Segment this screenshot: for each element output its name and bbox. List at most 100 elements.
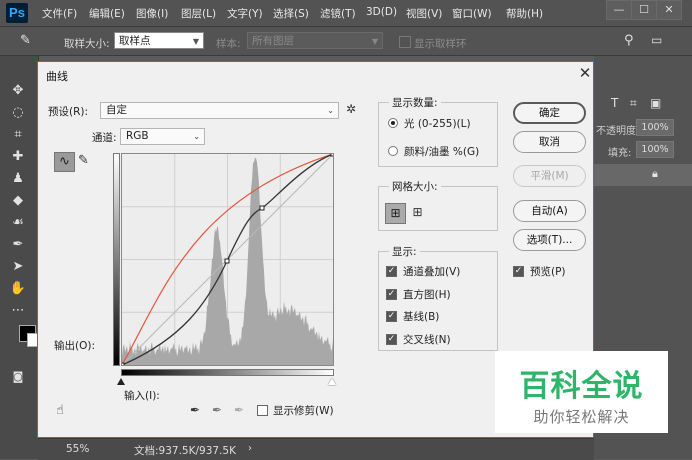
ok-button[interactable]: 确定: [513, 102, 586, 124]
preset-label: 预设(R):: [48, 106, 89, 118]
sample-size-select[interactable]: 取样点 ▼: [114, 32, 204, 49]
black-eyedropper-icon[interactable]: ✒: [190, 403, 200, 417]
preview-checkbox[interactable]: ✓: [513, 266, 524, 277]
gray-eyedropper-icon[interactable]: ✒: [212, 403, 222, 417]
smart-object-filter-icon[interactable]: ▣: [650, 96, 661, 110]
status-bar: 55% 文档:937.5K/937.5K ›: [38, 438, 594, 460]
path-select-icon[interactable]: ➤: [8, 258, 28, 276]
options-bar: ✎ 取样大小: 取样点 ▼ 样本: 所有图层 ▼ 显示取样环 ⚲ ▭: [0, 27, 692, 56]
simple-grid-icon[interactable]: ⊞: [385, 203, 406, 224]
sample-label: 样本:: [216, 38, 241, 50]
black-point-slider[interactable]: [117, 378, 125, 385]
white-point-slider[interactable]: [328, 378, 336, 385]
curve-graph[interactable]: [119, 151, 336, 368]
grid-size-title: 网格大小:: [389, 179, 441, 194]
channel-overlay-checkbox[interactable]: ✓: [386, 266, 397, 277]
sample-size-value: 取样点: [119, 35, 151, 47]
show-clipping-checkbox[interactable]: [257, 405, 268, 416]
menu-bar: Ps 文件(F) 编辑(E) 图像(I) 图层(L) 文字(Y) 选择(S) 滤…: [0, 0, 692, 27]
stamp-tool-icon[interactable]: ♟: [8, 170, 28, 188]
curve-graph-svg: [119, 151, 336, 368]
sample-value: 所有图层: [252, 35, 294, 47]
output-label: 输出(O):: [54, 340, 95, 352]
intersection-line-label: 交叉线(N): [403, 334, 451, 346]
healing-brush-icon[interactable]: ✚: [8, 148, 28, 166]
blur-tool-icon[interactable]: ☙: [8, 214, 28, 232]
chevron-down-icon: ▼: [192, 37, 199, 46]
pigment-radio-label[interactable]: 颜料/油墨 %(G): [404, 144, 479, 159]
output-gradient-bar: [113, 153, 120, 366]
auto-button[interactable]: 自动(A): [513, 200, 586, 222]
show-ring-label: 显示取样环: [414, 38, 467, 50]
menu-file[interactable]: 文件(F): [42, 6, 77, 21]
layer-row[interactable]: [594, 164, 692, 186]
close-window-button[interactable]: ✕: [656, 0, 682, 20]
show-clipping-label: 显示修剪(W): [273, 405, 334, 417]
eraser-tool-icon[interactable]: ◆: [8, 192, 28, 210]
menu-edit[interactable]: 编辑(E): [89, 6, 125, 21]
eyedropper-icon[interactable]: ✎: [20, 33, 31, 48]
dialog-title: 曲线: [46, 70, 68, 83]
detailed-grid-icon[interactable]: ⊞: [408, 203, 427, 222]
curve-point: [330, 151, 336, 157]
input-gradient-bar: [121, 369, 334, 376]
cancel-button[interactable]: 取消: [513, 131, 586, 153]
sample-select[interactable]: 所有图层 ▼: [247, 32, 383, 49]
close-icon[interactable]: ✕: [576, 64, 594, 82]
minimize-button[interactable]: —: [606, 0, 632, 20]
fill-label: 填充:: [608, 148, 632, 159]
display-amount-title: 显示数量:: [389, 95, 441, 110]
baseline-label: 基线(B): [403, 311, 440, 323]
target-adjust-icon[interactable]: ☝: [56, 403, 64, 418]
lasso-tool-icon[interactable]: ◌: [8, 104, 28, 122]
light-radio-label[interactable]: 光 (0-255)(L): [404, 116, 471, 131]
preset-value: 自定: [106, 104, 127, 116]
menu-view[interactable]: 视图(V): [406, 6, 442, 21]
histogram-checkbox[interactable]: ✓: [386, 289, 397, 300]
menu-layer[interactable]: 图层(L): [181, 6, 216, 21]
watermark-subtitle: 助你轻松解决: [533, 408, 630, 426]
workspace-icon[interactable]: ▭: [651, 33, 662, 47]
fill-input[interactable]: 100%: [636, 141, 674, 158]
menu-3d[interactable]: 3D(D): [366, 6, 397, 18]
hand-tool-icon[interactable]: ✋: [8, 280, 28, 298]
pen-tool-icon[interactable]: ✒: [8, 236, 28, 254]
intersection-line-checkbox[interactable]: ✓: [386, 334, 397, 345]
menu-filter[interactable]: 滤镜(T): [320, 6, 356, 21]
baseline-checkbox[interactable]: ✓: [386, 311, 397, 322]
show-ring-checkbox[interactable]: [399, 36, 411, 48]
preset-select[interactable]: 自定 ⌄: [100, 102, 339, 119]
channel-label: 通道:: [92, 132, 117, 144]
type-layer-filter-icon[interactable]: T: [611, 96, 618, 110]
search-icon[interactable]: ⚲: [624, 33, 634, 48]
move-tool-icon[interactable]: ✥: [8, 82, 28, 100]
light-radio[interactable]: [388, 118, 398, 128]
white-eyedropper-icon[interactable]: ✒: [234, 403, 244, 417]
menu-window[interactable]: 窗口(W): [452, 6, 492, 21]
curve-point: [259, 205, 265, 211]
document-size: 文档:937.5K/937.5K: [134, 445, 236, 457]
more-tools-icon[interactable]: ⋯: [8, 302, 28, 320]
smooth-button[interactable]: 平滑(M): [513, 165, 586, 187]
menu-select[interactable]: 选择(S): [273, 6, 309, 21]
quick-mask-icon[interactable]: ◙: [8, 368, 28, 386]
restore-button[interactable]: ☐: [631, 0, 657, 20]
opacity-label: 不透明度:: [596, 126, 640, 137]
shape-layer-filter-icon[interactable]: ⌗: [630, 96, 637, 111]
curve-point: [224, 258, 230, 264]
preview-label: 预览(P): [530, 266, 566, 278]
curve-point-tool-icon[interactable]: ∿: [54, 152, 75, 172]
zoom-level[interactable]: 55%: [66, 443, 89, 455]
pencil-tool-icon[interactable]: ✎: [78, 153, 89, 168]
menu-help[interactable]: 帮助(H): [506, 6, 543, 21]
menu-type[interactable]: 文字(Y): [227, 6, 263, 21]
pigment-radio[interactable]: [388, 146, 398, 156]
menu-image[interactable]: 图像(I): [136, 6, 168, 21]
options-button[interactable]: 选项(T)...: [513, 229, 586, 251]
channel-select[interactable]: RGB ⌄: [120, 128, 205, 145]
opacity-input[interactable]: 100%: [636, 119, 674, 136]
chevron-right-icon[interactable]: ›: [248, 443, 252, 454]
crop-tool-icon[interactable]: ⌗: [8, 126, 28, 144]
preset-settings-icon[interactable]: ✲: [346, 102, 356, 116]
show-options-title: 显示:: [389, 244, 420, 259]
